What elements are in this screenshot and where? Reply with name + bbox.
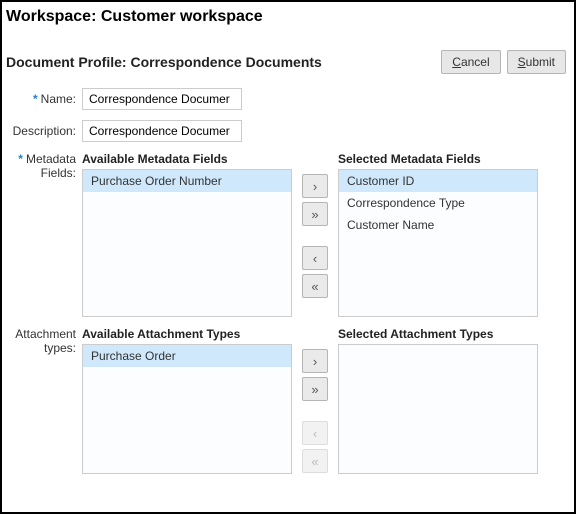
attachment-available-col: Available Attachment Types Purchase Orde… [82, 327, 292, 474]
attachment-available-title: Available Attachment Types [82, 327, 292, 341]
description-row: Description: [6, 120, 566, 142]
move-left-all-button[interactable]: « [302, 274, 328, 298]
attachment-selected-col: Selected Attachment Types [338, 327, 538, 474]
chevron-double-left-icon: « [311, 280, 318, 293]
move-right-button[interactable]: › [302, 174, 328, 198]
name-row: Name: [6, 88, 566, 110]
move-left-button[interactable]: ‹ [302, 246, 328, 270]
workspace-name: Customer workspace [101, 8, 263, 25]
chevron-right-icon: › [313, 180, 317, 193]
chevron-left-icon: ‹ [313, 252, 317, 265]
profile-header-row: Document Profile: Correspondence Documen… [6, 50, 566, 74]
list-item[interactable]: Purchase Order Number [83, 170, 291, 192]
list-item[interactable]: Customer ID [339, 170, 537, 192]
chevron-right-icon: › [313, 355, 317, 368]
chevron-double-right-icon: » [311, 383, 318, 396]
metadata-mover-col: › » ‹ « [298, 152, 332, 317]
metadata-selected-col: Selected Metadata Fields Customer ID Cor… [338, 152, 538, 317]
workspace-prefix: Workspace: [6, 8, 101, 25]
move-right-all-button[interactable]: » [302, 202, 328, 226]
attachment-selected-list[interactable] [338, 344, 538, 474]
profile-prefix: Document Profile: [6, 54, 130, 70]
metadata-available-col: Available Metadata Fields Purchase Order… [82, 152, 292, 317]
cancel-button[interactable]: Cancel [441, 50, 500, 74]
profile-title: Document Profile: Correspondence Documen… [6, 54, 322, 70]
attachment-available-list[interactable]: Purchase Order [82, 344, 292, 474]
description-label: Description: [6, 120, 82, 142]
submit-button[interactable]: Submit [507, 50, 566, 74]
list-item[interactable]: Correspondence Type [339, 192, 537, 214]
move-left-button: ‹ [302, 421, 328, 445]
metadata-label: Metadata Fields: [6, 152, 82, 317]
app-frame: Workspace: Customer workspace Document P… [0, 0, 576, 514]
action-buttons: Cancel Submit [441, 50, 566, 74]
attachment-mover-col: › » ‹ « [298, 327, 332, 474]
chevron-double-left-icon: « [311, 455, 318, 468]
chevron-double-right-icon: » [311, 208, 318, 221]
workspace-title: Workspace: Customer workspace [6, 8, 566, 26]
move-left-all-button: « [302, 449, 328, 473]
metadata-selected-list[interactable]: Customer ID Correspondence Type Customer… [338, 169, 538, 317]
description-input[interactable] [82, 120, 242, 142]
cancel-suffix: ancel [461, 55, 490, 69]
chevron-left-icon: ‹ [313, 427, 317, 440]
profile-name: Correspondence Documents [130, 54, 321, 70]
metadata-row: Metadata Fields: Available Metadata Fiel… [6, 152, 566, 317]
attachment-selected-title: Selected Attachment Types [338, 327, 538, 341]
move-right-button[interactable]: › [302, 349, 328, 373]
metadata-selected-title: Selected Metadata Fields [338, 152, 538, 166]
attachment-label: Attachment types: [6, 327, 82, 474]
attachment-row: Attachment types: Available Attachment T… [6, 327, 566, 474]
metadata-available-title: Available Metadata Fields [82, 152, 292, 166]
move-right-all-button[interactable]: » [302, 377, 328, 401]
list-item[interactable]: Purchase Order [83, 345, 291, 367]
name-label: Name: [6, 88, 82, 110]
name-input[interactable] [82, 88, 242, 110]
attachment-dual-list: Available Attachment Types Purchase Orde… [82, 327, 566, 474]
list-item[interactable]: Customer Name [339, 214, 537, 236]
metadata-dual-list: Available Metadata Fields Purchase Order… [82, 152, 566, 317]
metadata-available-list[interactable]: Purchase Order Number [82, 169, 292, 317]
submit-suffix: ubmit [526, 55, 555, 69]
